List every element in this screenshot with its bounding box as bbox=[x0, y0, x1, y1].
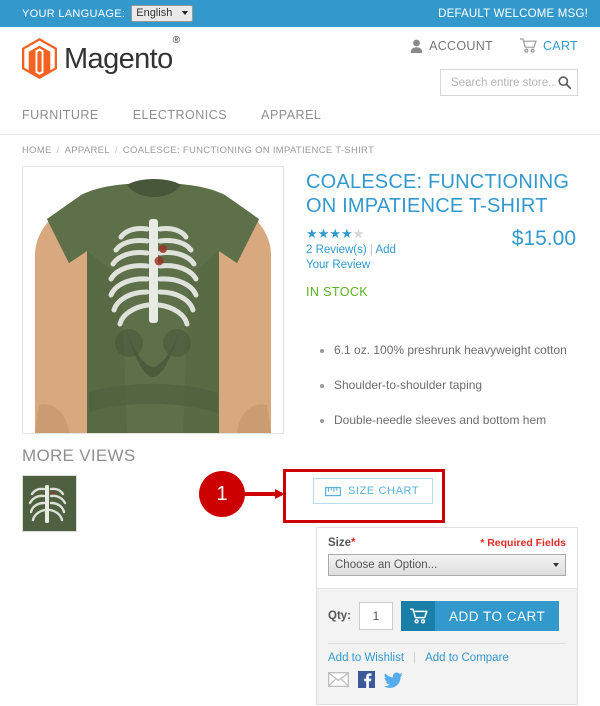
add-to-compare-link[interactable]: Add to Compare bbox=[425, 652, 509, 664]
nav-item-furniture[interactable]: FURNITURE bbox=[22, 105, 99, 125]
required-marker: * bbox=[351, 537, 356, 549]
search-box[interactable] bbox=[440, 69, 578, 96]
nav-item-electronics[interactable]: ELECTRONICS bbox=[133, 105, 227, 125]
logo-trademark: ® bbox=[172, 34, 180, 46]
breadcrumb: HOME / APPAREL / COALESCE: FUNCTIONING O… bbox=[0, 135, 600, 156]
annotation-step-number: 1 bbox=[216, 482, 228, 505]
options-header: Size* * Required Fields bbox=[328, 537, 566, 549]
product-feature-list: 6.1 oz. 100% preshrunk heavyweight cotto… bbox=[306, 343, 578, 427]
rating-block: ★★★★★ 2 Review(s) | Add Your Review bbox=[306, 227, 411, 273]
site-header: Magento® ACCOUNT CART bbox=[0, 27, 600, 105]
star-filled-icon: ★ bbox=[329, 226, 341, 241]
rating-and-price: ★★★★★ 2 Review(s) | Add Your Review $15.… bbox=[306, 227, 578, 273]
list-item: Shoulder-to-shoulder taping bbox=[334, 378, 578, 392]
magento-logo-icon bbox=[22, 38, 57, 79]
star-filled-icon: ★ bbox=[340, 226, 353, 241]
add-to-cart-button[interactable]: ADD TO CART bbox=[401, 601, 560, 631]
welcome-message: DEFAULT WELCOME MSG! bbox=[438, 7, 588, 20]
review-count-link[interactable]: 2 Review(s) bbox=[306, 244, 367, 256]
tshirt-thumbnail-image bbox=[23, 476, 76, 531]
product-price: $15.00 bbox=[511, 227, 576, 250]
account-label: ACCOUNT bbox=[429, 38, 493, 53]
add-to-cart-panel: Size* * Required Fields Choose an Option… bbox=[316, 527, 578, 705]
star-empty-icon: ★ bbox=[352, 226, 365, 241]
header-links: ACCOUNT CART bbox=[410, 38, 578, 53]
add-to-wishlist-link[interactable]: Add to Wishlist bbox=[328, 652, 404, 664]
stock-status: IN STOCK bbox=[306, 285, 369, 299]
product-main-image[interactable] bbox=[22, 166, 284, 434]
cart-icon bbox=[401, 601, 435, 631]
user-icon bbox=[410, 39, 423, 53]
product-media-column: MORE VIEWS bbox=[22, 166, 284, 532]
search-input[interactable] bbox=[449, 75, 558, 90]
facebook-share-button[interactable] bbox=[358, 671, 375, 693]
language-selector-group: YOUR LANGUAGE: English bbox=[22, 5, 194, 22]
social-share-row bbox=[328, 671, 566, 693]
product-thumbnail[interactable] bbox=[22, 475, 77, 532]
twitter-icon bbox=[384, 672, 403, 688]
product-options: Size* * Required Fields Choose an Option… bbox=[317, 528, 577, 589]
main-navigation: FURNITURE ELECTRONICS APPAREL bbox=[0, 105, 600, 135]
ruler-icon bbox=[325, 486, 341, 496]
star-filled-icon: ★ bbox=[317, 226, 330, 241]
breadcrumb-item-apparel[interactable]: APPAREL bbox=[65, 145, 110, 156]
divider bbox=[328, 643, 566, 644]
facebook-icon bbox=[358, 671, 375, 688]
search-icon[interactable] bbox=[558, 75, 571, 90]
product-view: MORE VIEWS COALESCE: FUNCTIONING ON IMPA… bbox=[0, 156, 600, 532]
size-select[interactable]: Choose an Option... bbox=[328, 554, 566, 576]
top-language-bar: YOUR LANGUAGE: English DEFAULT WELCOME M… bbox=[0, 0, 600, 27]
add-to-cart-label: ADD TO CART bbox=[435, 601, 560, 631]
product-title: COALESCE: FUNCTIONING ON IMPATIENCE T-SH… bbox=[306, 171, 570, 217]
size-chart-button[interactable]: SIZE CHART bbox=[313, 478, 434, 504]
qty-label: Qty: bbox=[328, 610, 351, 622]
email-share-button[interactable] bbox=[328, 672, 349, 692]
cart-icon bbox=[519, 38, 537, 53]
list-item: 6.1 oz. 100% preshrunk heavyweight cotto… bbox=[334, 343, 578, 357]
logo-wordmark: Magento® bbox=[64, 35, 180, 76]
add-to-cart-row: Qty: ADD TO CART bbox=[317, 589, 577, 643]
language-label: YOUR LANGUAGE: bbox=[22, 7, 126, 20]
cart-label: CART bbox=[542, 38, 578, 53]
chevron-down-icon bbox=[182, 11, 189, 15]
breadcrumb-item-current: COALESCE: FUNCTIONING ON IMPATIENCE T-SH… bbox=[122, 145, 375, 156]
language-select-value: English bbox=[136, 6, 173, 19]
star-filled-icon: ★ bbox=[306, 226, 318, 241]
secondary-links: Add to Wishlist | Add to Compare bbox=[328, 652, 566, 664]
size-chart-label: SIZE CHART bbox=[348, 485, 420, 497]
list-item: Double-needle sleeves and bottom hem bbox=[334, 413, 578, 427]
more-views-title: MORE VIEWS bbox=[22, 446, 136, 465]
panel-footer: Add to Wishlist | Add to Compare bbox=[317, 643, 577, 704]
twitter-share-button[interactable] bbox=[384, 672, 403, 693]
star-rating[interactable]: ★★★★★ bbox=[306, 227, 411, 241]
required-fields-note: * Required Fields bbox=[480, 537, 566, 549]
nav-item-apparel[interactable]: APPAREL bbox=[261, 105, 321, 125]
breadcrumb-separator: / bbox=[114, 145, 118, 156]
site-logo[interactable]: Magento® bbox=[22, 35, 180, 80]
breadcrumb-item-home[interactable]: HOME bbox=[22, 145, 52, 156]
envelope-icon bbox=[328, 672, 349, 687]
product-info-column: COALESCE: FUNCTIONING ON IMPATIENCE T-SH… bbox=[306, 166, 578, 532]
cart-glyph-icon bbox=[409, 608, 428, 624]
review-links: 2 Review(s) | Add Your Review bbox=[306, 243, 411, 273]
size-field-label: Size* bbox=[328, 537, 356, 549]
tshirt-product-photo bbox=[23, 167, 283, 433]
links-separator: | bbox=[413, 652, 417, 664]
size-label-text: Size bbox=[328, 537, 352, 549]
size-select-value: Choose an Option... bbox=[335, 559, 438, 571]
account-link[interactable]: ACCOUNT bbox=[410, 39, 493, 53]
language-select[interactable]: English bbox=[131, 5, 194, 22]
qty-input[interactable] bbox=[359, 602, 393, 630]
cart-link[interactable]: CART bbox=[519, 38, 578, 53]
review-links-separator: | bbox=[369, 244, 373, 256]
logo-text: Magento bbox=[64, 42, 173, 75]
annotation-step-badge: 1 bbox=[199, 471, 245, 517]
size-chart-row: SIZE CHART bbox=[313, 478, 434, 504]
chevron-down-icon bbox=[553, 563, 559, 567]
breadcrumb-separator: / bbox=[56, 145, 60, 156]
